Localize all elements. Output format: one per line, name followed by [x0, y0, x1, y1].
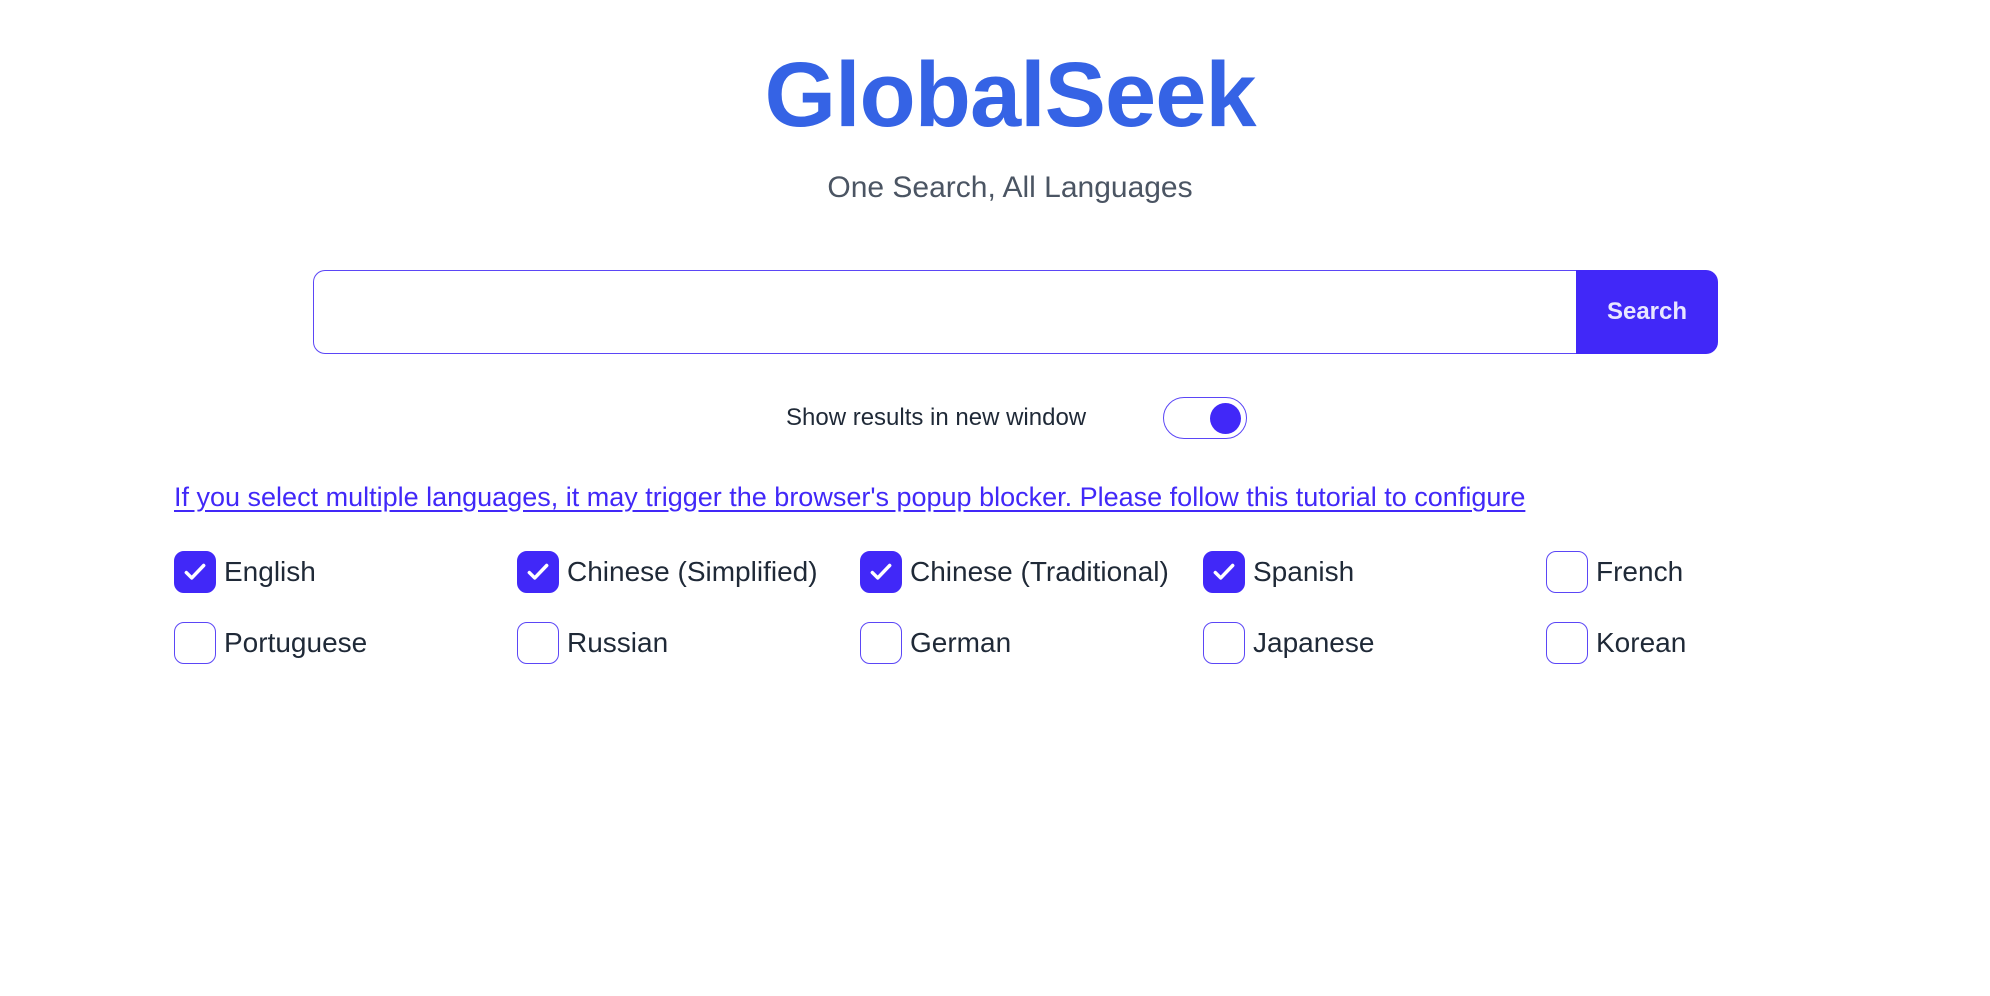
checkbox[interactable]: [1203, 550, 1245, 593]
language-option-korean[interactable]: Korean: [1546, 621, 1889, 664]
new-window-toggle[interactable]: [1163, 397, 1247, 439]
language-label: Portuguese: [224, 626, 368, 658]
language-option-chinese-traditional[interactable]: Chinese (Traditional): [860, 550, 1203, 593]
checkbox[interactable]: [174, 621, 216, 664]
language-option-english[interactable]: English: [174, 550, 517, 593]
language-label: French: [1596, 555, 1684, 587]
search-bar: Search: [313, 270, 1718, 354]
new-window-setting: Show results in new window: [786, 396, 1247, 440]
checkmark-icon: [184, 563, 206, 580]
language-label: Korean: [1596, 626, 1687, 658]
app-logo-title: GlobalSeek: [764, 44, 1256, 146]
checkmark-icon: [1213, 563, 1235, 580]
toggle-knob: [1210, 403, 1241, 434]
checkmark-icon: [870, 563, 892, 580]
checkbox[interactable]: [1546, 621, 1588, 664]
new-window-toggle-label: Show results in new window: [786, 404, 1087, 431]
language-label: Chinese (Simplified): [567, 555, 818, 587]
checkbox[interactable]: [860, 550, 902, 593]
language-option-spanish[interactable]: Spanish: [1203, 550, 1546, 593]
language-option-german[interactable]: German: [860, 621, 1203, 664]
language-label: Japanese: [1253, 626, 1375, 658]
app-tagline: One Search, All Languages: [827, 171, 1193, 204]
language-label: German: [910, 626, 1012, 658]
language-option-french[interactable]: French: [1546, 550, 1889, 593]
search-input[interactable]: [313, 270, 1576, 354]
checkbox[interactable]: [1203, 621, 1245, 664]
language-option-chinese-simplified[interactable]: Chinese (Simplified): [517, 550, 860, 593]
language-option-russian[interactable]: Russian: [517, 621, 860, 664]
language-checkbox-grid: English Chinese (Simplified) Chinese (Tr…: [174, 550, 1734, 664]
language-option-japanese[interactable]: Japanese: [1203, 621, 1546, 664]
language-label: Russian: [567, 626, 669, 658]
language-label: Chinese (Traditional): [910, 555, 1169, 587]
page: GlobalSeek One Search, All Languages Sea…: [0, 0, 1990, 996]
checkbox[interactable]: [174, 550, 216, 593]
checkmark-icon: [527, 563, 549, 580]
language-label: English: [224, 555, 316, 587]
checkbox[interactable]: [860, 621, 902, 664]
search-button[interactable]: Search: [1576, 270, 1718, 354]
language-option-portuguese[interactable]: Portuguese: [174, 621, 517, 664]
popup-blocker-tutorial-link[interactable]: If you select multiple languages, it may…: [174, 482, 1525, 513]
checkbox[interactable]: [1546, 550, 1588, 593]
checkbox[interactable]: [517, 550, 559, 593]
language-label: Spanish: [1253, 555, 1355, 587]
checkbox[interactable]: [517, 621, 559, 664]
